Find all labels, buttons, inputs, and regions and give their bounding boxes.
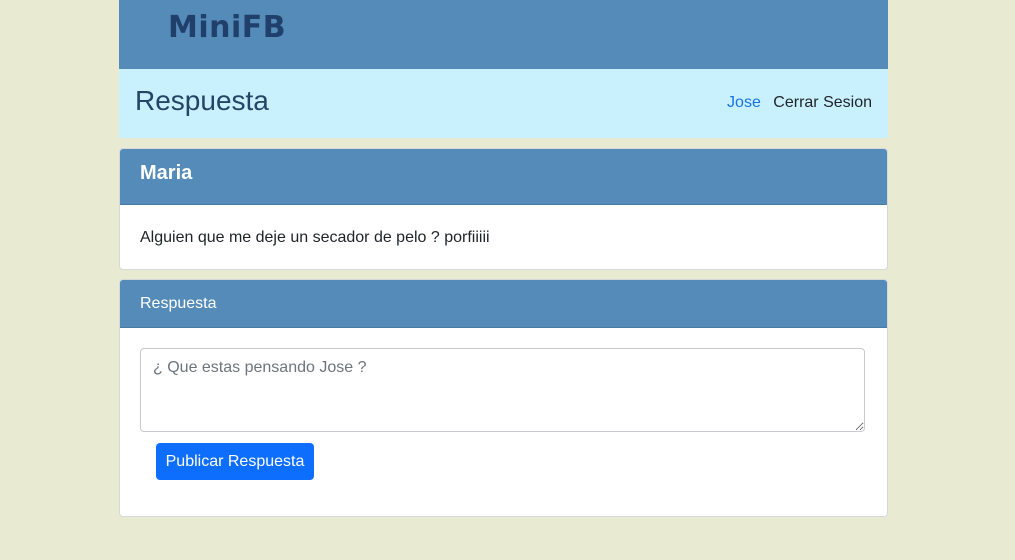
nav-links: Jose Cerrar Sesion: [727, 94, 872, 112]
post-text: Alguien que me deje un secador de pelo ?…: [140, 229, 490, 246]
post-author: Maria: [120, 149, 887, 205]
title-bar: Respuesta Jose Cerrar Sesion: [119, 69, 888, 138]
reply-card-header: Respuesta: [120, 280, 887, 328]
brand-logo[interactable]: MiniFB: [168, 10, 286, 45]
logout-link[interactable]: Cerrar Sesion: [773, 94, 872, 111]
brand-bar: MiniFB: [119, 0, 888, 69]
user-profile-link[interactable]: Jose: [727, 94, 761, 111]
page-title: Respuesta: [135, 85, 269, 116]
reply-card: Respuesta Publicar Respuesta: [119, 279, 888, 517]
publish-reply-button[interactable]: Publicar Respuesta: [156, 443, 314, 480]
reply-textarea[interactable]: [140, 348, 865, 432]
post-card: Maria Alguien que me deje un secador de …: [119, 148, 888, 270]
app-container: MiniFB Respuesta Jose Cerrar Sesion Mari…: [119, 0, 888, 517]
